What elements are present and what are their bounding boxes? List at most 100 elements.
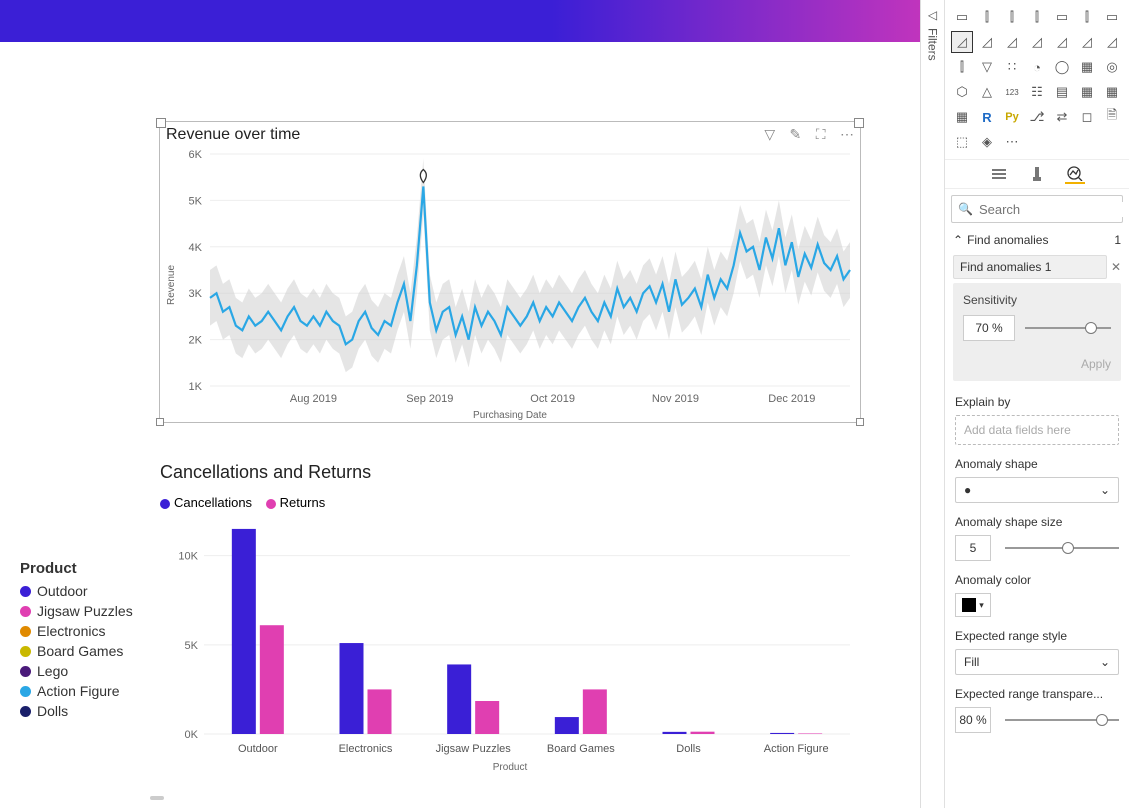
viz-type-icon[interactable]: ◯ — [1051, 56, 1073, 78]
visualization-picker: ▭⫿⫿⫿▭⫿▭◿◿◿◿◿◿◿⫿▽∷◔◯▦◎⬡△123☷▤▦▦▦RPy⎇⇄◻🗎⬚◈… — [945, 0, 1129, 159]
expand-filters-icon[interactable]: ◁ — [928, 8, 937, 22]
anomaly-color-picker[interactable]: ▾ — [955, 593, 991, 617]
format-tabs — [945, 159, 1129, 189]
viz-type-icon[interactable]: ▭ — [1101, 6, 1123, 28]
viz-type-icon[interactable]: ⋯ — [1001, 131, 1023, 153]
anomaly-size-label: Anomaly shape size — [955, 515, 1119, 529]
product-slicer[interactable]: Product Outdoor Jigsaw Puzzles Electroni… — [20, 560, 133, 723]
svg-text:Nov 2019: Nov 2019 — [652, 393, 699, 405]
viz-type-icon[interactable]: ▦ — [1076, 56, 1098, 78]
svg-text:3K: 3K — [189, 288, 203, 300]
viz-type-icon[interactable]: 123 — [1001, 81, 1023, 103]
horizontal-scroll-thumb[interactable] — [150, 796, 164, 800]
viz-type-icon[interactable]: Py — [1001, 106, 1023, 128]
viz-type-icon[interactable]: R — [976, 106, 998, 128]
viz-type-icon[interactable]: ▤ — [1051, 81, 1073, 103]
viz-type-icon[interactable]: ◿ — [1026, 31, 1048, 53]
viz-type-icon[interactable]: ⎇ — [1026, 106, 1048, 128]
svg-text:6K: 6K — [189, 149, 203, 161]
report-banner — [0, 0, 920, 42]
search-input[interactable] — [979, 202, 1129, 217]
viz-type-icon[interactable]: ⫿ — [1001, 6, 1023, 28]
sensitivity-value[interactable]: 70 % — [963, 315, 1015, 341]
svg-text:0K: 0K — [185, 729, 199, 741]
viz-type-icon[interactable]: ◻ — [1076, 106, 1098, 128]
more-options-icon[interactable]: ⋯ — [840, 126, 854, 142]
slicer-item-electronics[interactable]: Electronics — [20, 623, 133, 639]
focus-mode-icon[interactable]: ⛶ — [816, 126, 826, 142]
bar-chart-visual[interactable]: Cancellations and Returns Cancellations … — [160, 462, 860, 782]
explain-by-dropzone[interactable]: Add data fields here — [955, 415, 1119, 445]
filters-pane-collapsed[interactable]: ◁ Filters — [920, 0, 944, 808]
slicer-item-outdoor[interactable]: Outdoor — [20, 583, 133, 599]
viz-type-icon[interactable]: ◿ — [1001, 31, 1023, 53]
svg-text:Dec 2019: Dec 2019 — [768, 393, 815, 405]
anomaly-shape-select[interactable]: ●⌄ — [955, 477, 1119, 503]
anomaly-instance-pill[interactable]: Find anomalies 1 — [953, 255, 1107, 279]
remove-anomaly-icon[interactable]: ✕ — [1111, 260, 1121, 274]
viz-type-icon[interactable]: ∷ — [1001, 56, 1023, 78]
find-anomalies-card-header[interactable]: ⌃ Find anomalies 1 — [945, 229, 1129, 251]
range-transparency-label: Expected range transpare... — [955, 687, 1119, 701]
viz-type-icon[interactable]: ⇄ — [1051, 106, 1073, 128]
fields-tab[interactable] — [989, 164, 1009, 184]
svg-text:Action Figure: Action Figure — [764, 743, 829, 755]
svg-text:Sep 2019: Sep 2019 — [406, 393, 453, 405]
slicer-item-jigsaw[interactable]: Jigsaw Puzzles — [20, 603, 133, 619]
viz-type-icon[interactable]: ◎ — [1101, 56, 1123, 78]
analytics-tab[interactable] — [1065, 164, 1085, 184]
bar-chart-plot: 0K5K10KOutdoorElectronicsJigsaw PuzzlesB… — [160, 516, 860, 774]
chart-title: Revenue over time — [166, 126, 754, 144]
anomaly-color-label: Anomaly color — [955, 573, 1119, 587]
viz-type-icon[interactable]: ☷ — [1026, 81, 1048, 103]
line-chart-plot: 1K2K3K4K5K6KRevenueAug 2019Sep 2019Oct 2… — [160, 148, 860, 422]
svg-text:Aug 2019: Aug 2019 — [290, 393, 337, 405]
viz-type-icon[interactable]: ◿ — [1051, 31, 1073, 53]
filter-icon[interactable]: ▽ — [764, 126, 775, 142]
viz-type-icon[interactable]: ▦ — [1101, 81, 1123, 103]
slicer-item-action-figure[interactable]: Action Figure — [20, 683, 133, 699]
viz-type-icon[interactable]: ◔ — [1026, 56, 1048, 78]
viz-type-icon[interactable]: ▭ — [1051, 6, 1073, 28]
apply-button[interactable]: Apply — [963, 357, 1111, 371]
visualizations-pane: ▭⫿⫿⫿▭⫿▭◿◿◿◿◿◿◿⫿▽∷◔◯▦◎⬡△123☷▤▦▦▦RPy⎇⇄◻🗎⬚◈… — [944, 0, 1129, 808]
slicer-item-lego[interactable]: Lego — [20, 663, 133, 679]
viz-type-icon[interactable]: ⬚ — [951, 131, 973, 153]
svg-text:5K: 5K — [185, 640, 199, 652]
viz-type-icon[interactable]: ⫿ — [1026, 6, 1048, 28]
viz-type-icon[interactable]: ▽ — [976, 56, 998, 78]
viz-type-icon[interactable]: ◿ — [976, 31, 998, 53]
viz-type-icon[interactable]: ⫿ — [951, 56, 973, 78]
slicer-title: Product — [20, 560, 133, 577]
viz-type-icon[interactable]: ▦ — [1076, 81, 1098, 103]
slicer-item-board-games[interactable]: Board Games — [20, 643, 133, 659]
search-box[interactable]: 🔍 — [951, 195, 1123, 223]
anomaly-size-value[interactable]: 5 — [955, 535, 991, 561]
viz-type-icon[interactable]: ⬡ — [951, 81, 973, 103]
svg-text:Purchasing Date: Purchasing Date — [473, 410, 547, 421]
viz-type-icon[interactable]: ⫿ — [976, 6, 998, 28]
viz-type-icon[interactable]: ◈ — [976, 131, 998, 153]
svg-text:Revenue: Revenue — [166, 265, 177, 305]
svg-text:4K: 4K — [189, 242, 203, 254]
viz-type-icon[interactable]: ⫿ — [1076, 6, 1098, 28]
highlight-icon[interactable]: ✎ — [790, 126, 802, 142]
sensitivity-slider[interactable] — [1025, 327, 1111, 329]
chevron-up-icon: ⌃ — [953, 233, 963, 247]
range-transparency-slider[interactable] — [1005, 719, 1119, 721]
range-transparency-value[interactable]: 80 % — [955, 707, 991, 733]
line-chart-visual[interactable]: Revenue over time ▽ ✎ ⛶ ⋯ 1K2K3K4K5K6KRe… — [160, 122, 860, 422]
viz-type-icon[interactable]: ▭ — [951, 6, 973, 28]
filters-label: Filters — [926, 28, 940, 61]
viz-type-icon[interactable]: ◿ — [951, 31, 973, 53]
viz-type-icon[interactable]: ◿ — [1101, 31, 1123, 53]
anomaly-size-slider[interactable] — [1005, 547, 1119, 549]
viz-type-icon[interactable]: ◿ — [1076, 31, 1098, 53]
format-tab[interactable] — [1027, 164, 1047, 184]
viz-type-icon[interactable]: ▦ — [951, 106, 973, 128]
range-style-select[interactable]: Fill⌄ — [955, 649, 1119, 675]
report-canvas[interactable]: Product Outdoor Jigsaw Puzzles Electroni… — [0, 42, 920, 808]
slicer-item-dolls[interactable]: Dolls — [20, 703, 133, 719]
viz-type-icon[interactable]: △ — [976, 81, 998, 103]
viz-type-icon[interactable]: 🗎 — [1101, 106, 1123, 128]
